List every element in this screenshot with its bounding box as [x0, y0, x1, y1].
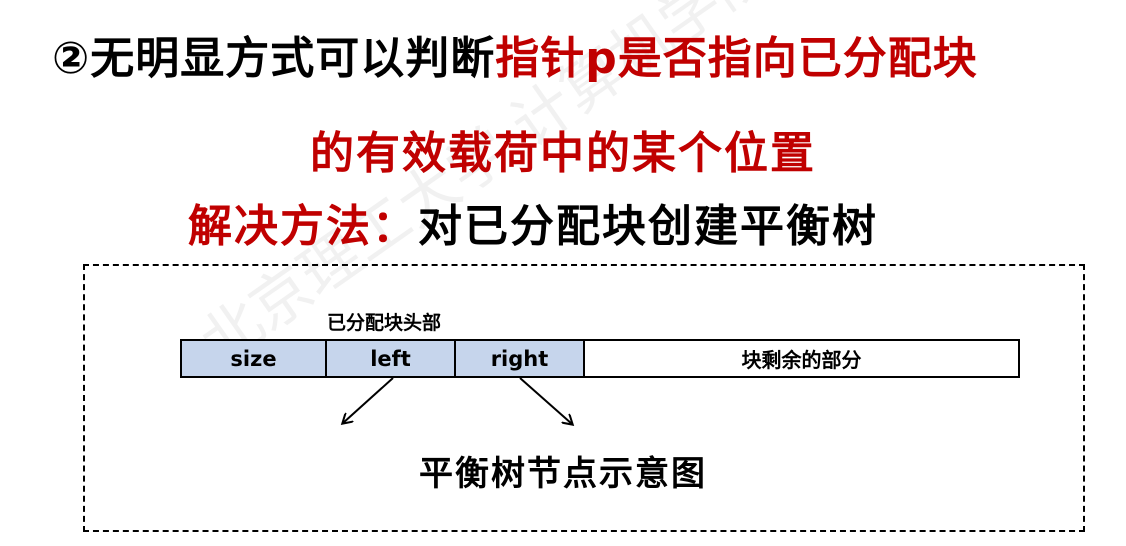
- right-pointer-arrow: [519, 377, 572, 424]
- left-pointer-arrow: [343, 377, 394, 423]
- diagram-caption: 平衡树节点示意图: [419, 454, 707, 494]
